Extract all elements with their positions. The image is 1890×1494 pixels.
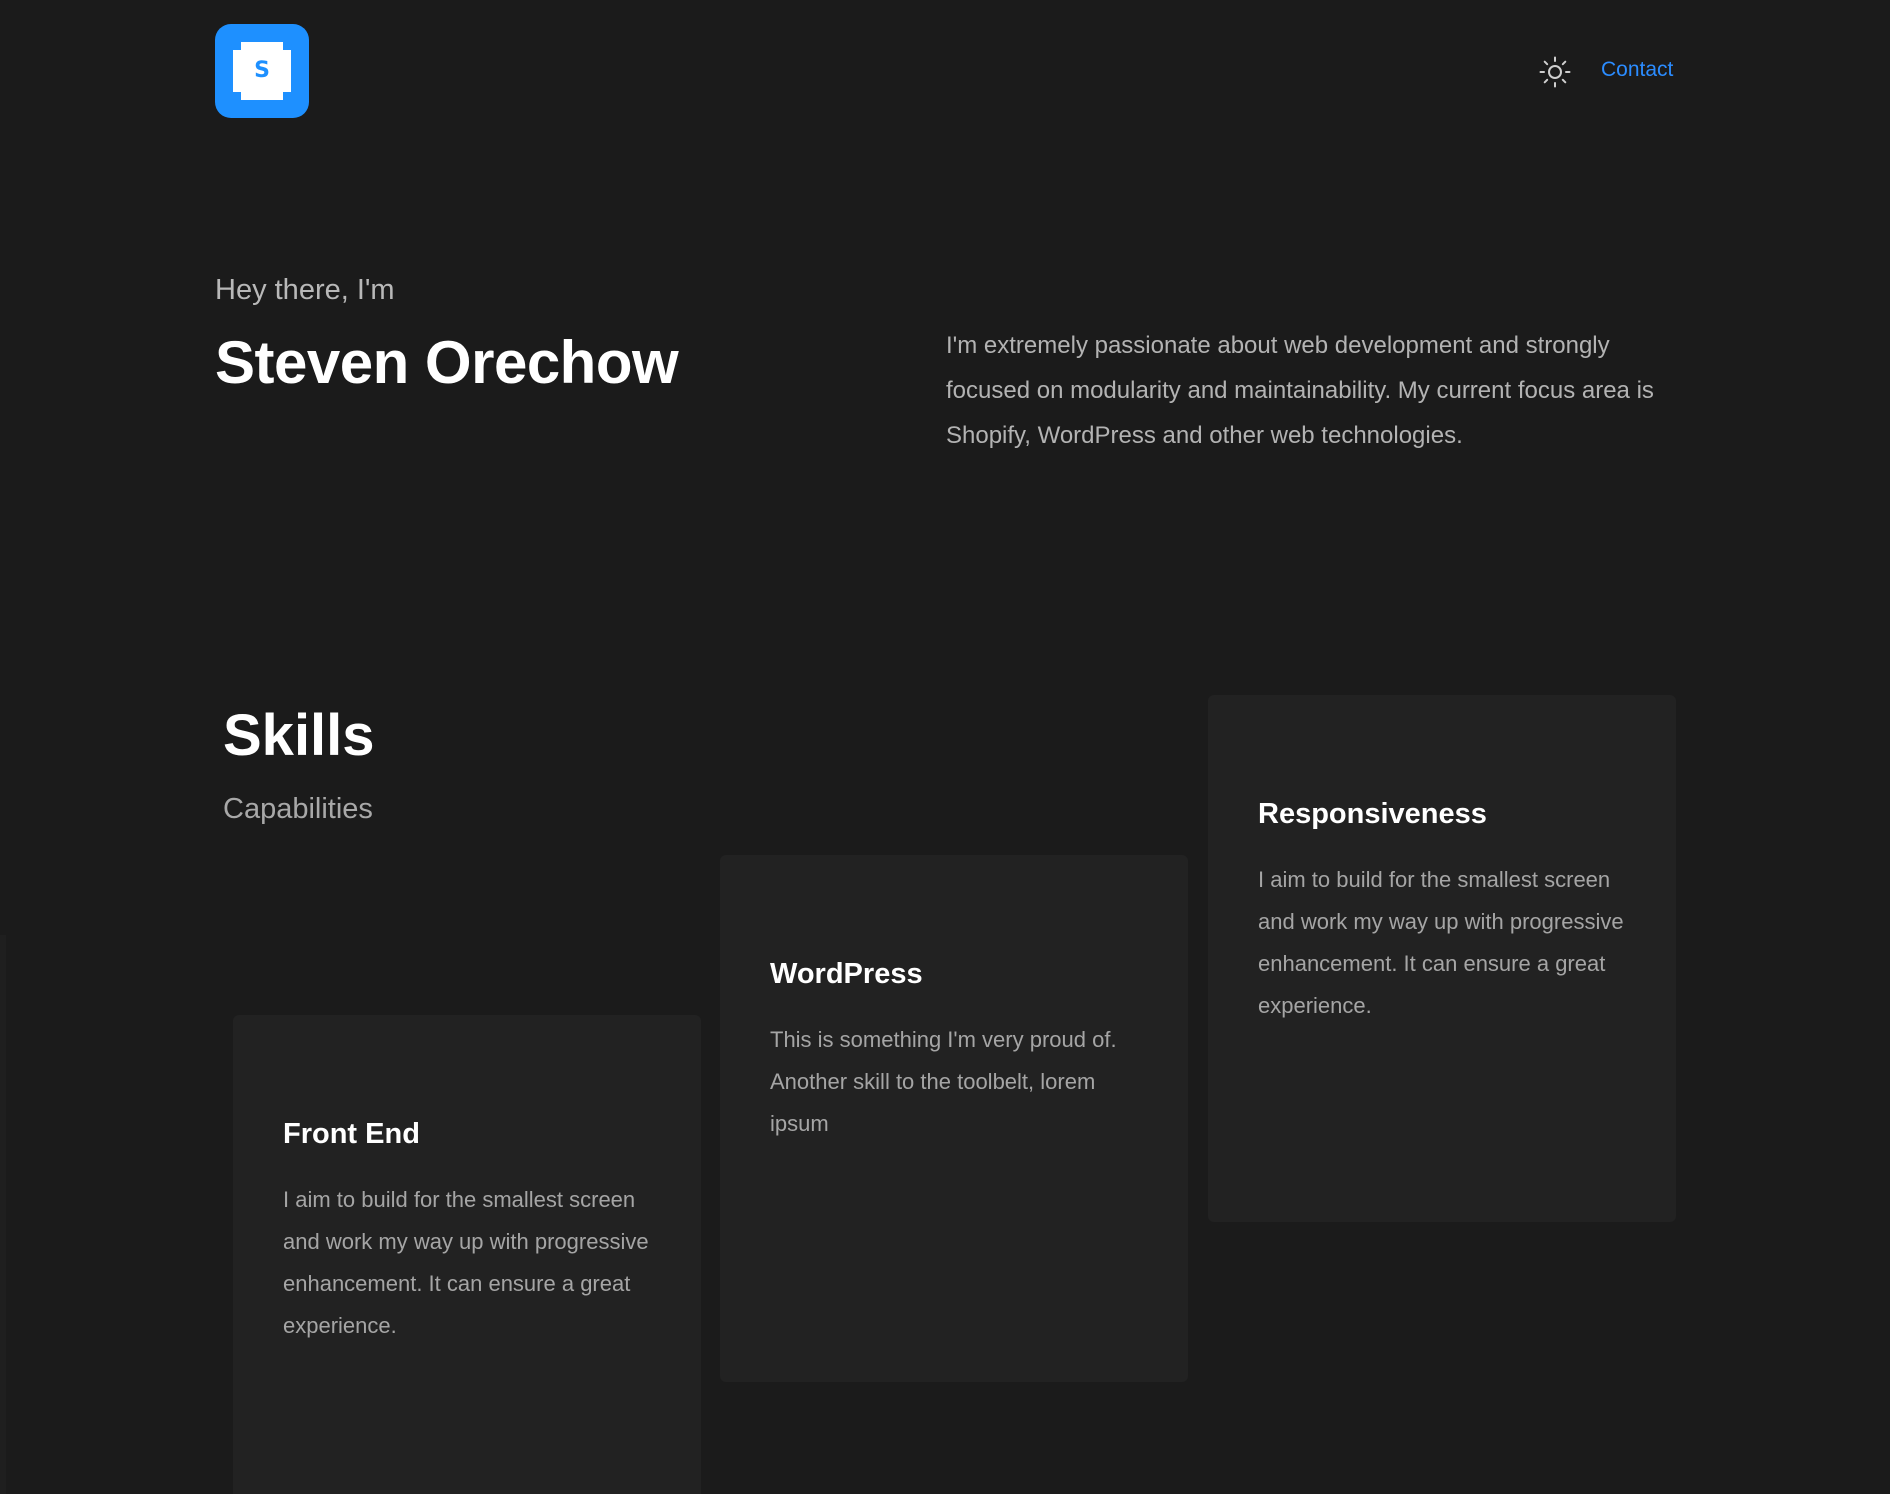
skill-card-title: Front End — [283, 1118, 420, 1150]
logo-letter: S — [254, 58, 270, 83]
logo[interactable]: S — [215, 24, 309, 118]
skill-card-responsiveness: Responsiveness I aim to build for the sm… — [1208, 695, 1676, 1222]
hero-greeting: Hey there, I'm — [215, 274, 395, 306]
skill-card-body: I aim to build for the smallest screen a… — [1258, 867, 1624, 1018]
hero-bio: I'm extremely passionate about web devel… — [946, 332, 1654, 449]
page: S Contact Hey there, I'm Steven Orechow … — [0, 0, 1890, 1494]
skill-card-title: Responsiveness — [1258, 798, 1487, 830]
contact-link[interactable]: Contact — [1601, 58, 1673, 82]
skill-card-wordpress: WordPress This is something I'm very pro… — [720, 855, 1188, 1382]
skill-card-body: This is something I'm very proud of. Ano… — [770, 1027, 1117, 1136]
sun-icon — [1539, 56, 1571, 88]
left-edge-divider — [0, 935, 6, 1494]
logo-icon: S — [233, 42, 291, 100]
theme-toggle-button[interactable] — [1537, 54, 1573, 90]
skills-title: Skills — [223, 703, 375, 768]
skills-subtitle: Capabilities — [223, 793, 373, 825]
skill-card-body: I aim to build for the smallest screen a… — [283, 1187, 649, 1338]
skill-card-title: WordPress — [770, 958, 923, 990]
skill-card-front-end: Front End I aim to build for the smalles… — [233, 1015, 701, 1494]
hero-name: Steven Orechow — [215, 329, 679, 396]
